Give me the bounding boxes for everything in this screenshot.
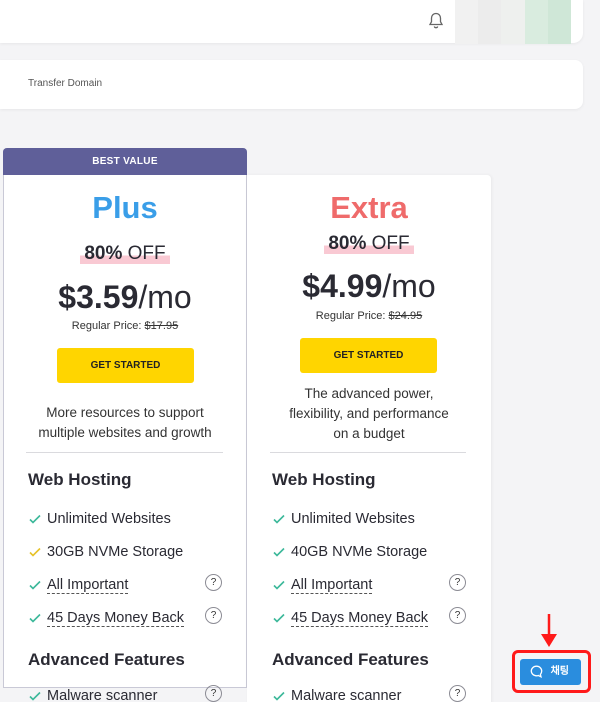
feature-text: Unlimited Websites xyxy=(47,511,171,527)
price-amount: $4.99 xyxy=(302,268,383,304)
check-icon xyxy=(273,691,285,701)
discount-pct: 80% xyxy=(84,243,123,264)
chat-button-label: 채팅 xyxy=(550,666,569,677)
help-icon[interactable]: ? xyxy=(449,685,466,702)
plan-price: $3.59/mo xyxy=(4,279,246,316)
discount-label: 80% OFF xyxy=(247,233,491,255)
check-icon xyxy=(273,580,285,590)
get-started-button[interactable]: GET STARTED xyxy=(57,348,194,383)
check-icon xyxy=(29,691,41,701)
plan-card-extra: Extra 80% OFF $4.99/mo Regular Price: $2… xyxy=(247,175,491,702)
price-period: /mo xyxy=(382,268,436,304)
help-icon[interactable]: ? xyxy=(205,685,222,702)
check-icon xyxy=(29,613,41,623)
plan-description-line: multiple websites and growth xyxy=(38,425,212,440)
price-amount: $3.59 xyxy=(58,279,139,315)
annotation-arrow-icon xyxy=(541,614,557,647)
plan-description: More resources to support multiple websi… xyxy=(4,403,246,443)
plan-description: The advanced power, flexibility, and per… xyxy=(247,384,491,444)
regular-price-value: $24.95 xyxy=(388,310,423,322)
regular-price-label: Regular Price: xyxy=(315,310,386,322)
regular-price: Regular Price: $17.95 xyxy=(4,320,246,332)
regular-price: Regular Price: $24.95 xyxy=(247,310,491,322)
section-title-advanced: Advanced Features xyxy=(28,650,185,669)
section-title-web-hosting: Web Hosting xyxy=(272,470,376,489)
feature-tooltip-link[interactable]: Malware scanner xyxy=(291,688,401,702)
help-icon[interactable]: ? xyxy=(205,607,222,624)
plan-card-plus: BEST VALUE Plus 80% OFF $3.59/mo Regular… xyxy=(3,148,247,702)
get-started-button[interactable]: GET STARTED xyxy=(300,338,437,373)
chat-button[interactable]: 채팅 xyxy=(520,659,581,685)
plan-description-line: on a budget xyxy=(333,426,405,441)
plan-name: Plus xyxy=(92,190,158,225)
plan-description-line: More resources to support xyxy=(46,405,204,420)
regular-price-label: Regular Price: xyxy=(71,320,142,332)
discount-pct: 80% xyxy=(328,233,367,254)
regular-price-value: $17.95 xyxy=(144,320,179,332)
help-icon[interactable]: ? xyxy=(449,607,466,624)
discount-label: 80% OFF xyxy=(4,243,246,265)
divider xyxy=(26,452,223,453)
feature-text: Unlimited Websites xyxy=(291,511,415,527)
feature-tooltip-link[interactable]: All Important xyxy=(291,577,373,594)
feature-tooltip-link[interactable]: All Important xyxy=(47,577,129,594)
plan-description-line: The advanced power, xyxy=(304,386,434,401)
section-title-advanced: Advanced Features xyxy=(272,650,429,669)
bell-icon[interactable] xyxy=(428,12,444,30)
account-avatar[interactable] xyxy=(455,0,572,44)
check-icon xyxy=(29,514,41,524)
check-icon xyxy=(273,514,285,524)
feature-tooltip-link[interactable]: 45 Days Money Back xyxy=(47,610,185,627)
plan-name: Extra xyxy=(330,190,408,225)
check-icon xyxy=(29,547,41,557)
check-icon xyxy=(273,613,285,623)
price-period: /mo xyxy=(138,279,192,315)
help-icon[interactable]: ? xyxy=(205,574,222,591)
discount-word: OFF xyxy=(371,233,410,254)
transfer-domain-link[interactable]: Transfer Domain xyxy=(28,78,102,89)
plan-price: $4.99/mo xyxy=(247,268,491,305)
section-title-web-hosting: Web Hosting xyxy=(28,470,132,489)
domain-tab-bar: Transfer Domain xyxy=(0,60,583,109)
feature-text: 30GB NVMe Storage xyxy=(47,544,184,560)
check-icon xyxy=(29,580,41,590)
feature-tooltip-link[interactable]: 45 Days Money Back xyxy=(291,610,429,627)
chat-bubble-icon xyxy=(530,665,543,678)
discount-word: OFF xyxy=(127,243,166,264)
feature-text: 40GB NVMe Storage xyxy=(291,544,428,560)
help-icon[interactable]: ? xyxy=(449,574,466,591)
check-icon xyxy=(273,547,285,557)
plan-description-line: flexibility, and performance xyxy=(289,406,449,421)
divider xyxy=(270,452,466,453)
top-header-bar xyxy=(0,0,583,44)
best-value-badge: BEST VALUE xyxy=(3,148,247,175)
feature-tooltip-link[interactable]: Malware scanner xyxy=(47,688,157,702)
